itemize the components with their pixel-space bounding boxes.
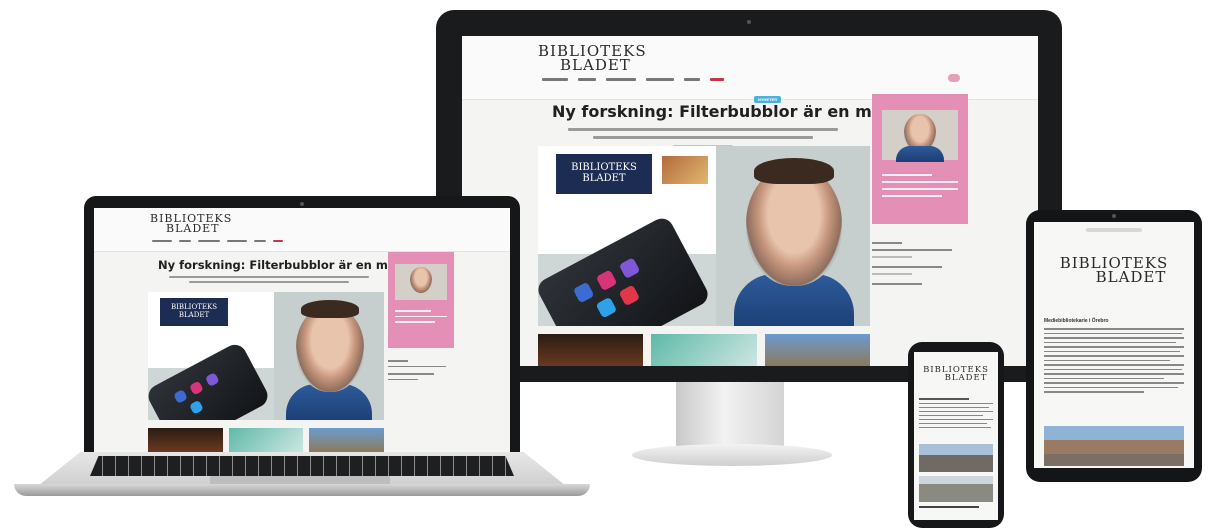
site-logo[interactable]: BIBLIOTEKS BLADET — [538, 44, 647, 73]
app-icon — [188, 380, 204, 396]
laptop-keyboard — [90, 456, 514, 476]
logo-line-2: BLADET — [560, 56, 631, 75]
monitor-screen: BIBLIOTEKS BLADET NYHETER Ny forskning: … — [462, 36, 1038, 366]
monitor-stand-neck — [676, 370, 784, 450]
tablet-article-body — [1044, 328, 1184, 396]
monitor-stand-base — [632, 444, 832, 466]
search-icon[interactable] — [948, 74, 960, 82]
app-icon — [595, 269, 618, 292]
phone-photo-2 — [919, 476, 993, 502]
main-nav[interactable] — [542, 78, 724, 81]
hero-logo-l1: BIBLIOTEKS — [571, 162, 637, 173]
site-header: BIBLIOTEKS BLADET — [462, 36, 1038, 100]
sidebar-author-card — [388, 252, 454, 348]
phone-screen: BIBLIOTEKS BLADET — [914, 352, 998, 520]
webcam-icon — [747, 20, 751, 24]
main-nav[interactable] — [152, 240, 283, 242]
hero-screenshot-logo: BIBLIOTEKS BLADET — [556, 154, 652, 194]
laptop-screen: BIBLIOTEKS BLADET Ny forskning: Filterbu… — [94, 208, 510, 452]
article-headline: Ny forskning: Filterbubblor är en myt — [158, 258, 401, 272]
webcam-icon — [300, 202, 304, 206]
logo-line-2: BLADET — [1095, 268, 1167, 287]
sidebar-most-read — [388, 360, 454, 385]
hero-thumb — [662, 156, 708, 184]
hero-image: BIBLIOTEKS BLADET — [538, 146, 870, 326]
site-header: BIBLIOTEKS BLADET — [94, 208, 510, 252]
phone-caption — [919, 506, 993, 513]
tablet-photo — [1044, 426, 1184, 466]
author-photo — [395, 264, 447, 300]
portrait-hair — [754, 158, 834, 184]
app-icon — [572, 281, 595, 304]
app-icon — [595, 296, 618, 319]
portrait-hair — [301, 300, 359, 318]
thumb-2[interactable] — [228, 428, 304, 452]
portrait-photo — [274, 292, 384, 420]
tablet-topbar — [1086, 228, 1142, 232]
author-shirt — [896, 146, 944, 162]
tablet-article-heading: Mediebibliotekarie i Örebro — [1044, 318, 1109, 324]
portrait-photo — [716, 146, 870, 326]
sidebar-author-card — [872, 94, 968, 224]
app-icon — [204, 372, 220, 388]
author-face — [410, 267, 432, 293]
hero-logo-l1: BIBLIOTEKS — [170, 303, 217, 311]
author-photo — [882, 110, 958, 162]
app-icon — [188, 399, 204, 415]
app-icon — [618, 284, 641, 307]
article-headline: Ny forskning: Filterbubblor är en myt — [552, 102, 890, 121]
related-thumbs — [148, 428, 385, 452]
portrait-face — [296, 306, 364, 392]
hero-logo-l2: BLADET — [582, 173, 626, 184]
logo-line-2: BLADET — [944, 373, 988, 384]
portrait-face — [746, 166, 842, 286]
thumb-1[interactable] — [538, 334, 644, 366]
article-subtitle — [558, 128, 848, 147]
device-mockup-showcase: BIBLIOTEKS BLADET NYHETER Ny forskning: … — [0, 0, 1209, 531]
sidebar-most-read — [872, 242, 968, 290]
phone-article-body — [919, 398, 993, 431]
related-thumbs — [538, 334, 870, 366]
logo-line-2: BLADET — [166, 222, 220, 236]
site-logo[interactable]: BIBLIOTEKS BLADET — [150, 213, 232, 236]
webcam-icon — [1112, 214, 1116, 218]
tablet-site-logo[interactable]: BIBLIOTEKS BLADET — [1042, 256, 1186, 285]
phone-photo-1 — [919, 444, 993, 472]
tablet-screen: BIBLIOTEKS BLADET Mediebibliotekarie i Ö… — [1034, 222, 1194, 468]
article-subtitle — [164, 276, 374, 283]
hero-image: BIBLIOTEKS BLADET — [148, 292, 384, 420]
laptop-bottom-edge — [14, 484, 590, 496]
thumb-3[interactable] — [309, 428, 385, 452]
hero-logo-l2: BLADET — [178, 311, 210, 319]
thumb-1[interactable] — [148, 428, 223, 452]
thumb-3[interactable] — [764, 334, 870, 366]
hero-screenshot-logo: BIBLIOTEKS BLADET — [160, 298, 228, 326]
app-icon — [173, 389, 188, 404]
app-icon — [618, 257, 641, 279]
thumb-2[interactable] — [651, 334, 757, 366]
phone-site-logo[interactable]: BIBLIOTEKS BLADET — [918, 366, 994, 384]
